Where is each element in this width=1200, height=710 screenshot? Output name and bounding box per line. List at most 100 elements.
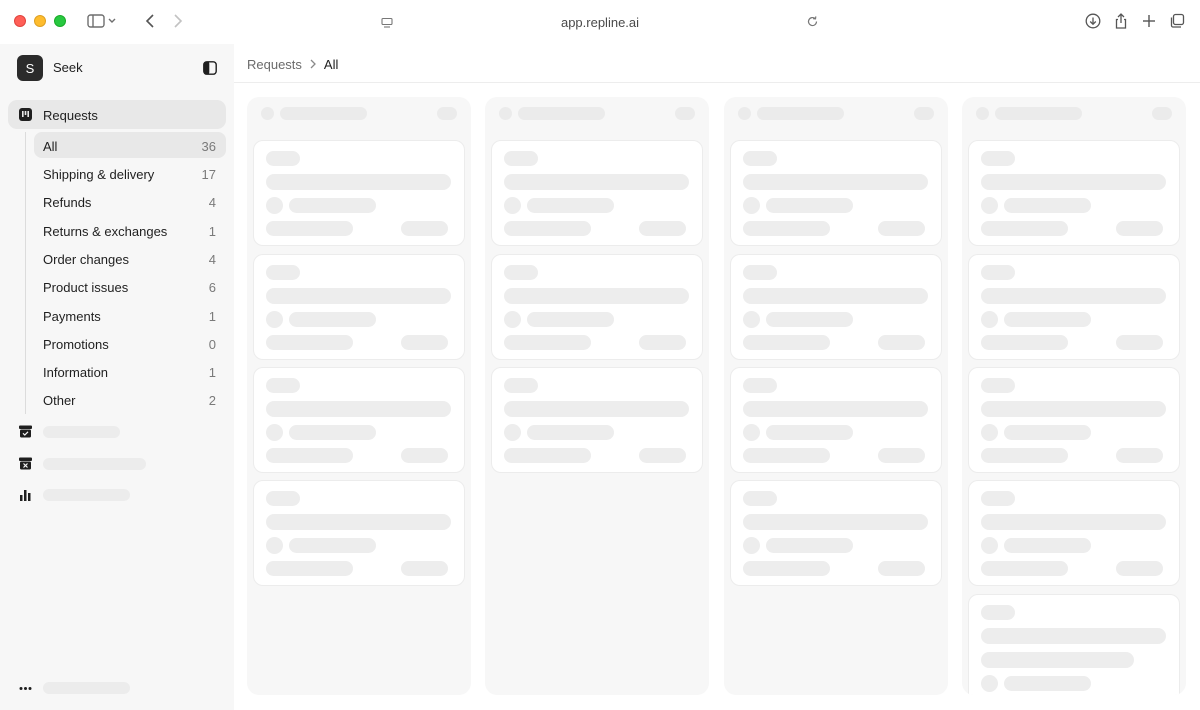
card-date-skeleton	[401, 561, 448, 576]
bar-chart-icon[interactable]	[19, 488, 32, 501]
card-customer-skeleton	[527, 425, 614, 440]
nav-label-skeleton	[43, 458, 146, 470]
category-shipping-delivery[interactable]: Shipping & delivery 17	[34, 160, 226, 186]
card-title-skeleton	[266, 174, 451, 190]
card-avatar-skeleton	[266, 311, 283, 328]
sidebar-item-requests[interactable]: Requests	[8, 100, 226, 129]
archive-check-icon[interactable]	[19, 425, 32, 438]
card-customer-skeleton	[289, 312, 376, 327]
card-title-skeleton	[981, 628, 1166, 644]
card-date-skeleton	[1116, 221, 1163, 236]
card-avatar-skeleton	[504, 197, 521, 214]
category-all[interactable]: All 36	[34, 132, 226, 158]
archive-x-icon[interactable]	[19, 457, 32, 470]
card-title-skeleton	[981, 514, 1166, 530]
share-icon[interactable]	[1112, 10, 1130, 32]
card-tag-skeleton	[743, 491, 777, 506]
category-payments[interactable]: Payments 1	[34, 302, 226, 328]
card-date-skeleton	[639, 221, 686, 236]
column-title-skeleton	[518, 107, 605, 120]
tree-line	[25, 132, 26, 414]
card-meta-skeleton	[743, 561, 830, 576]
breadcrumb-requests[interactable]: Requests	[247, 57, 302, 72]
request-card-skeleton[interactable]	[491, 367, 703, 473]
card-title-skeleton	[981, 174, 1166, 190]
sidebar-toggle-icon[interactable]	[86, 10, 120, 32]
card-title-skeleton	[981, 401, 1166, 417]
category-label: Shipping & delivery	[43, 167, 155, 182]
card-customer-skeleton	[527, 312, 614, 327]
new-tab-icon[interactable]	[1140, 10, 1158, 32]
tab-overview-icon[interactable]	[1168, 10, 1186, 32]
card-meta-skeleton	[266, 335, 353, 350]
category-product-issues[interactable]: Product issues 6	[34, 273, 226, 299]
workspace-avatar[interactable]: S	[17, 55, 43, 81]
request-card-skeleton[interactable]	[968, 254, 1180, 360]
request-card-skeleton[interactable]	[968, 594, 1180, 695]
card-customer-skeleton	[289, 538, 376, 553]
nav-label-skeleton	[43, 489, 130, 501]
request-card-skeleton[interactable]	[968, 480, 1180, 586]
card-tag-skeleton	[266, 265, 300, 280]
collapse-sidebar-icon[interactable]	[203, 61, 217, 75]
reload-icon[interactable]	[806, 15, 819, 33]
column-count-skeleton	[437, 107, 457, 120]
request-card-skeleton[interactable]	[730, 367, 942, 473]
nav-label-skeleton	[43, 426, 120, 438]
request-card-skeleton[interactable]	[253, 480, 465, 586]
back-arrow-icon[interactable]	[142, 10, 158, 32]
address-bar[interactable]: app.repline.ai	[370, 9, 830, 35]
card-avatar-skeleton	[743, 197, 760, 214]
card-avatar-skeleton	[981, 537, 998, 554]
request-card-skeleton[interactable]	[253, 254, 465, 360]
card-meta-skeleton	[743, 335, 830, 350]
card-customer-skeleton	[1004, 676, 1091, 691]
column-title-skeleton	[280, 107, 367, 120]
category-information[interactable]: Information 1	[34, 358, 226, 384]
request-card-skeleton[interactable]	[968, 367, 1180, 473]
zoom-window-button[interactable]	[54, 15, 66, 27]
card-date-skeleton	[639, 448, 686, 463]
request-card-skeleton[interactable]	[968, 140, 1180, 246]
card-title-skeleton	[981, 652, 1134, 668]
more-dots-icon[interactable]	[19, 682, 32, 695]
category-label: Product issues	[43, 280, 129, 295]
category-other[interactable]: Other 2	[34, 386, 226, 412]
card-title-skeleton	[266, 514, 451, 530]
request-card-skeleton[interactable]	[491, 254, 703, 360]
category-promotions[interactable]: Promotions 0	[34, 330, 226, 356]
close-window-button[interactable]	[14, 15, 26, 27]
request-card-skeleton[interactable]	[730, 254, 942, 360]
category-label: Returns & exchanges	[43, 224, 168, 239]
column-status-dot-skeleton	[738, 107, 751, 120]
card-tag-skeleton	[266, 151, 300, 166]
card-meta-skeleton	[981, 335, 1068, 350]
board-column	[485, 97, 709, 695]
request-card-skeleton[interactable]	[253, 367, 465, 473]
card-tag-skeleton	[504, 151, 538, 166]
url-text[interactable]: app.repline.ai	[370, 15, 830, 30]
category-label: Promotions	[43, 337, 109, 352]
card-avatar-skeleton	[504, 311, 521, 328]
forward-arrow-icon[interactable]	[170, 10, 186, 32]
category-count: 1	[208, 309, 216, 324]
category-returns-exchanges[interactable]: Returns & exchanges 1	[34, 217, 226, 243]
request-card-skeleton[interactable]	[730, 480, 942, 586]
breadcrumb: Requests All	[247, 56, 338, 72]
request-card-skeleton[interactable]	[253, 140, 465, 246]
card-avatar-skeleton	[266, 537, 283, 554]
card-customer-skeleton	[1004, 312, 1091, 327]
workspace-name[interactable]: Seek	[53, 60, 83, 75]
card-meta-skeleton	[981, 221, 1068, 236]
card-meta-skeleton	[981, 561, 1068, 576]
category-order-changes[interactable]: Order changes 4	[34, 245, 226, 271]
category-refunds[interactable]: Refunds 4	[34, 188, 226, 214]
download-icon[interactable]	[1084, 10, 1102, 32]
card-date-skeleton	[878, 221, 925, 236]
card-customer-skeleton	[527, 198, 614, 213]
card-customer-skeleton	[766, 198, 853, 213]
card-avatar-skeleton	[743, 424, 760, 441]
minimize-window-button[interactable]	[34, 15, 46, 27]
request-card-skeleton[interactable]	[730, 140, 942, 246]
request-card-skeleton[interactable]	[491, 140, 703, 246]
